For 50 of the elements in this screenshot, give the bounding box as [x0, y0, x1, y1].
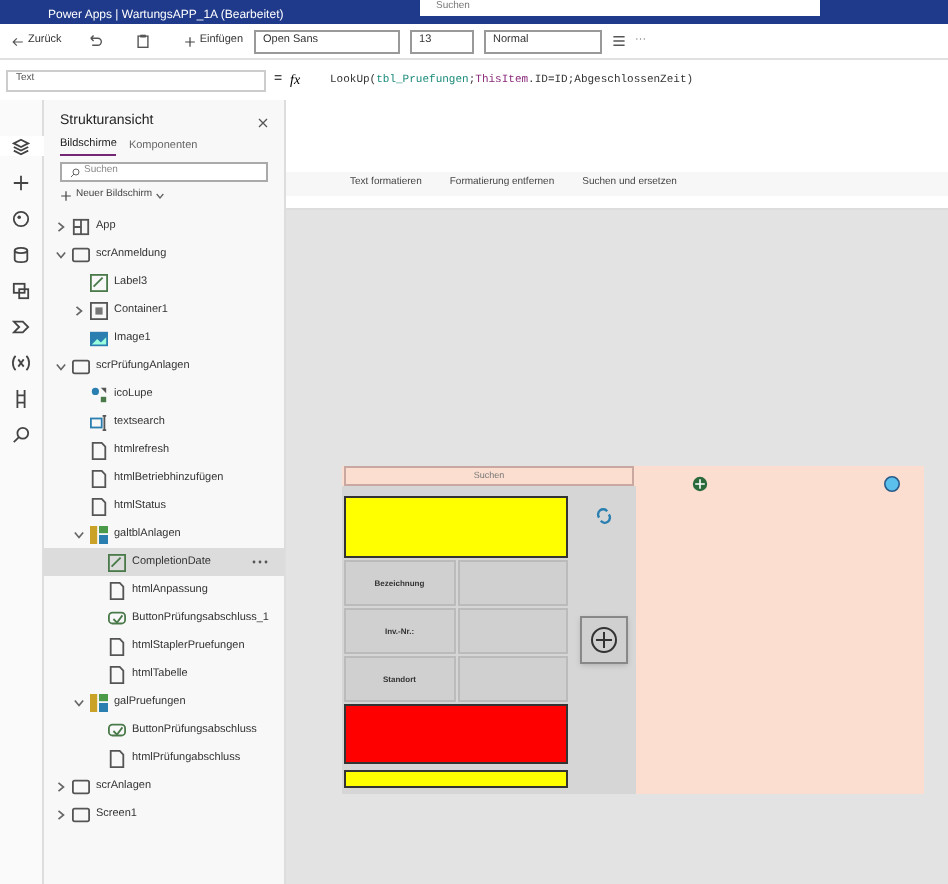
document-icon: [108, 749, 126, 767]
shapes-icon: [90, 385, 108, 403]
chevron-down-icon: [156, 191, 165, 199]
field-value: [457, 560, 568, 606]
container-icon: [90, 301, 108, 319]
label-icon: [108, 553, 126, 571]
align-icon[interactable]: [611, 34, 626, 48]
chevron-down-icon[interactable]: [74, 529, 84, 539]
add-circle-icon[interactable]: [692, 476, 708, 492]
screen-icon: [72, 357, 90, 375]
chevron-right-icon[interactable]: [56, 809, 66, 819]
search-icon[interactable]: [12, 425, 30, 443]
chevron-right-icon[interactable]: [56, 221, 66, 231]
chevron-right-icon[interactable]: [74, 305, 84, 315]
undo-icon[interactable]: [87, 34, 102, 48]
tools-icon[interactable]: [12, 389, 30, 407]
image-icon: [90, 329, 108, 347]
refresh-icon: [595, 508, 611, 524]
field-value: [457, 608, 568, 654]
screen-icon: [72, 245, 90, 263]
plus-icon: [183, 35, 196, 47]
variables-icon[interactable]: [12, 353, 30, 371]
plus-circle-icon: [589, 626, 617, 654]
button-icon: [108, 609, 126, 627]
button-icon: [108, 721, 126, 739]
database-icon[interactable]: [12, 245, 30, 263]
rail-button[interactable]: [0, 136, 43, 156]
chevron-down-icon[interactable]: [56, 361, 66, 371]
chevron-down-icon[interactable]: [74, 697, 84, 707]
chevron-down-icon[interactable]: [56, 249, 66, 259]
plus-icon[interactable]: [12, 173, 30, 191]
layers-icon[interactable]: [12, 137, 30, 155]
palette-icon[interactable]: [12, 209, 30, 227]
document-icon: [108, 581, 126, 599]
field-value: [457, 656, 568, 702]
back-arrow-icon: [12, 35, 24, 47]
plus-icon: [60, 189, 72, 201]
paste-icon[interactable]: [135, 34, 150, 48]
media-icon[interactable]: [12, 281, 30, 299]
add-button[interactable]: [579, 616, 627, 664]
gallery-icon: [90, 525, 108, 543]
search-icon: [70, 167, 80, 177]
chevron-right-icon[interactable]: [56, 781, 66, 791]
gallery-icon: [90, 693, 108, 711]
flow-icon[interactable]: [12, 317, 30, 335]
label-icon: [90, 273, 108, 291]
app-icon: [72, 217, 90, 235]
close-icon[interactable]: [258, 117, 268, 127]
refresh-circle-icon[interactable]: [884, 476, 900, 492]
text-input-icon: [90, 413, 108, 431]
